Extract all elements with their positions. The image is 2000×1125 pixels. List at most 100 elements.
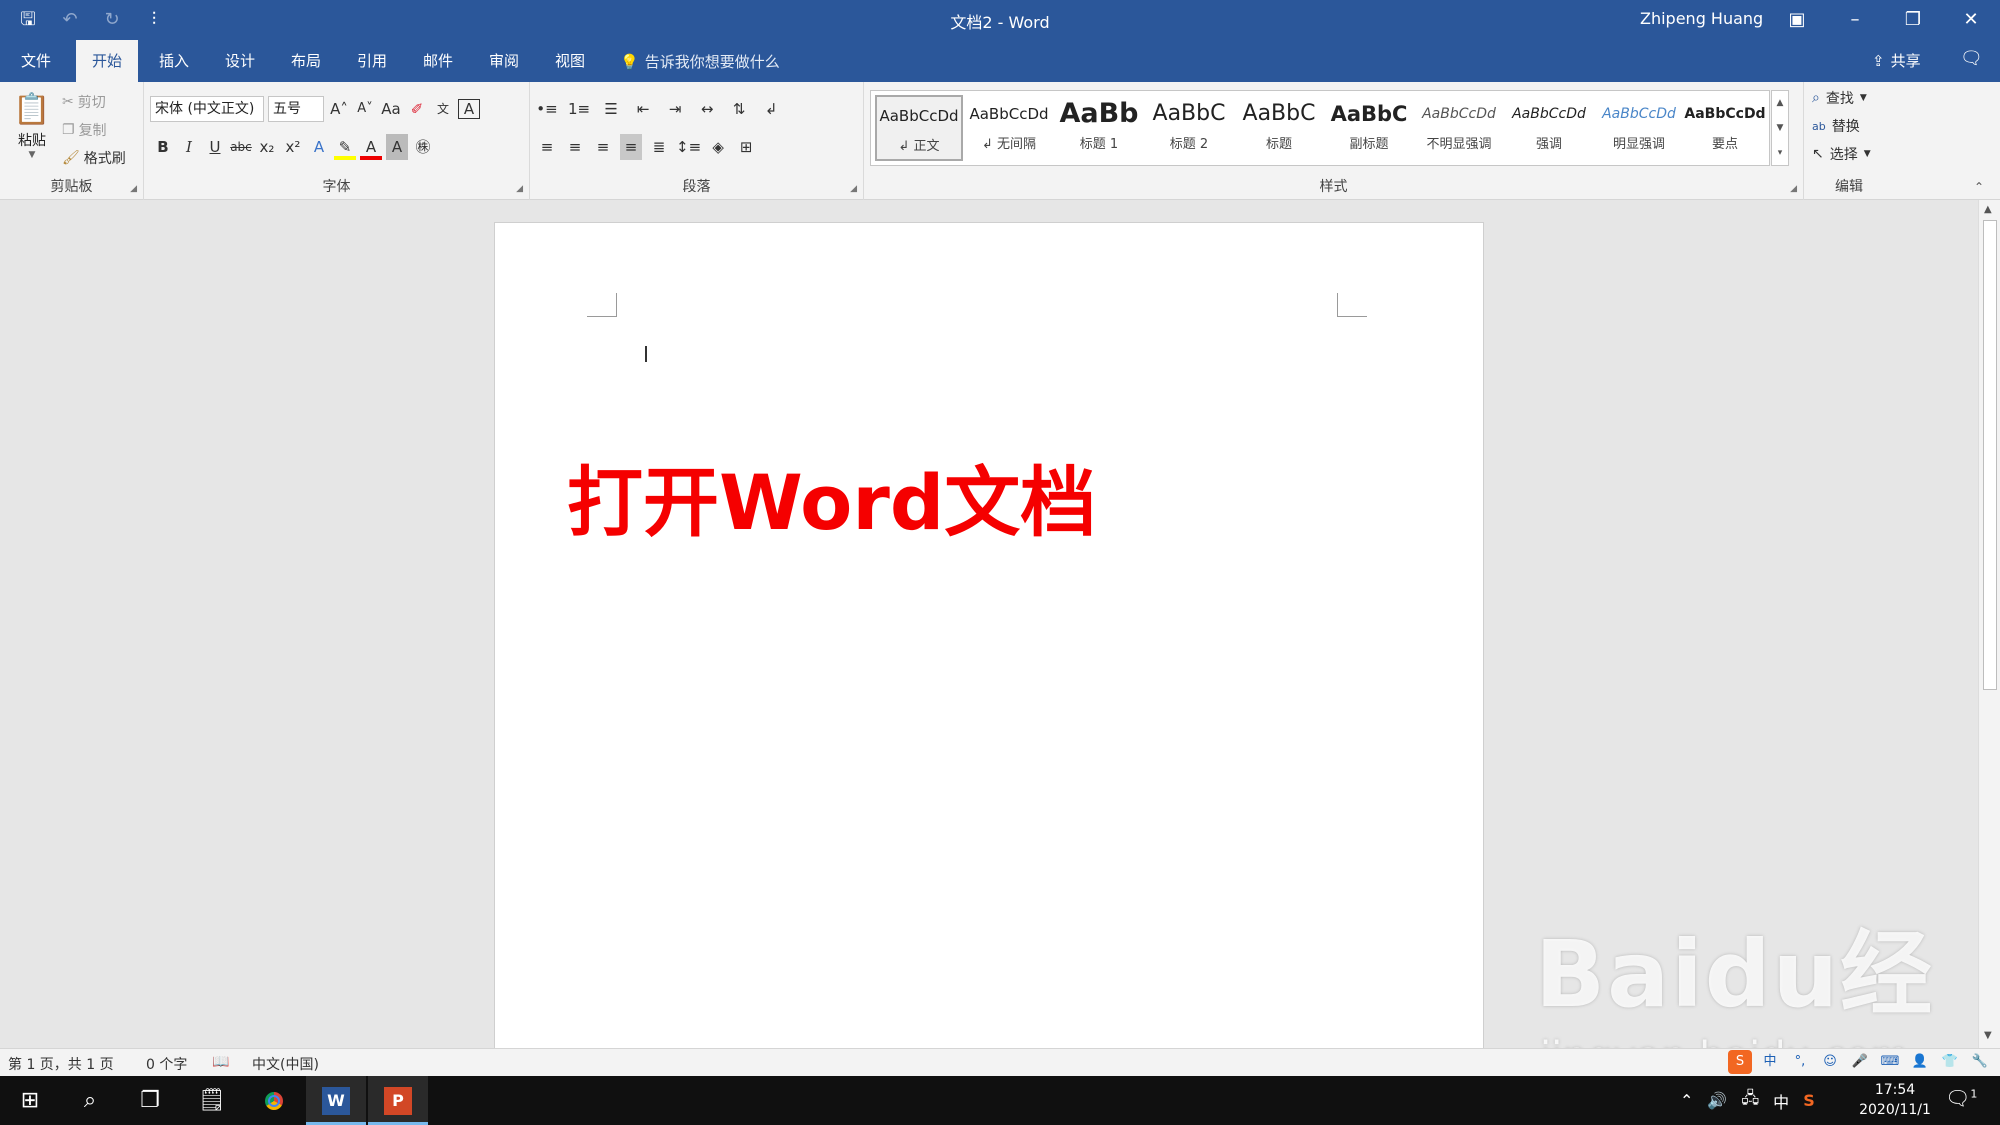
emoji-icon[interactable]: ☺	[1818, 1050, 1842, 1074]
scroll-thumb[interactable]	[1983, 220, 1997, 690]
style-emphasis[interactable]: AaBbCcDd 强调	[1505, 95, 1593, 161]
word-app-icon[interactable]: W	[306, 1076, 366, 1125]
gallery-up-icon[interactable]: ▲	[1772, 91, 1788, 116]
user-icon[interactable]: 👤	[1908, 1050, 1932, 1074]
font-name-combo[interactable]: 宋体 (中文正文)	[150, 96, 264, 122]
grow-font-icon[interactable]: A˄	[328, 96, 350, 122]
keyboard-icon[interactable]: ⌨	[1878, 1050, 1902, 1074]
dialog-launcher-icon[interactable]: ◢	[130, 184, 137, 194]
tab-layout[interactable]: 布局	[278, 40, 334, 82]
ribbon-display-options-icon[interactable]: ▣	[1768, 0, 1826, 40]
cut-button[interactable]: ✂ 剪切	[62, 88, 126, 116]
punctuation-icon[interactable]: °,	[1788, 1050, 1812, 1074]
replace-button[interactable]: ab 替换	[1812, 116, 1860, 136]
tab-file[interactable]: 文件	[8, 40, 64, 82]
chrome-icon[interactable]	[244, 1076, 304, 1125]
language[interactable]: 中文(中国)	[252, 1054, 319, 1074]
align-center-icon[interactable]: ≡	[564, 134, 586, 160]
collapse-ribbon-icon[interactable]: ⌃	[1974, 180, 1984, 194]
text-direction-icon[interactable]: ↔	[696, 96, 718, 122]
notepad-icon[interactable]: 🗒	[182, 1076, 242, 1125]
sogou-tray-icon[interactable]: S	[1803, 1091, 1815, 1110]
bold-icon[interactable]: B	[152, 134, 174, 160]
document-text[interactable]: 打开Word文档	[567, 441, 1096, 551]
ime-indicator[interactable]: 中	[1773, 1089, 1789, 1113]
shading-icon[interactable]: ◈	[707, 134, 729, 160]
proofing-icon[interactable]: 📖	[212, 1054, 229, 1070]
phonetic-guide-icon[interactable]: 文	[432, 96, 454, 122]
format-painter-button[interactable]: 🖌 格式刷	[62, 144, 126, 172]
style-subtitle[interactable]: AaBbC 副标题	[1325, 95, 1413, 161]
font-color-icon[interactable]: A	[360, 134, 382, 160]
style-subtle-emphasis[interactable]: AaBbCcDd 不明显强调	[1415, 95, 1503, 161]
bullets-icon[interactable]: •≡	[536, 96, 558, 122]
highlight-icon[interactable]: ✎	[334, 134, 356, 160]
style-strong[interactable]: AaBbCcDd 要点	[1681, 95, 1769, 161]
subscript-icon[interactable]: x₂	[256, 134, 278, 160]
style-title[interactable]: AaBbC 标题	[1235, 95, 1323, 161]
gallery-down-icon[interactable]: ▼	[1772, 116, 1788, 141]
increase-indent-icon[interactable]: ⇥	[664, 96, 686, 122]
style-normal[interactable]: AaBbCcDd ↲ 正文	[875, 95, 963, 161]
text-effects-icon[interactable]: A	[308, 134, 330, 160]
decrease-indent-icon[interactable]: ⇤	[632, 96, 654, 122]
style-no-spacing[interactable]: AaBbCcDd ↲ 无间隔	[965, 95, 1053, 161]
style-heading-1[interactable]: AaBb 标题 1	[1055, 95, 1143, 161]
shrink-font-icon[interactable]: A˅	[354, 96, 376, 122]
style-heading-2[interactable]: AaBbC 标题 2	[1145, 95, 1233, 161]
sogou-icon[interactable]: S	[1728, 1050, 1752, 1074]
tab-insert[interactable]: 插入	[146, 40, 202, 82]
ime-mode-icon[interactable]: 中	[1758, 1050, 1782, 1074]
dialog-launcher-icon[interactable]: ◢	[516, 184, 523, 194]
skin-icon[interactable]: 👕	[1938, 1050, 1962, 1074]
comments-icon[interactable]: 🗨	[1960, 48, 1983, 69]
volume-icon[interactable]: 🔊	[1707, 1091, 1727, 1110]
tab-view[interactable]: 视图	[542, 40, 598, 82]
show-marks-icon[interactable]: ↲	[760, 96, 782, 122]
task-view-icon[interactable]: ❐	[120, 1076, 180, 1125]
copy-button[interactable]: ❐ 复制	[62, 116, 126, 144]
share-button[interactable]: ⇪ 共享	[1872, 50, 1921, 71]
search-icon[interactable]: ⌕	[60, 1076, 120, 1125]
gallery-more-icon[interactable]: ▾	[1772, 141, 1788, 166]
borders-icon[interactable]: ⊞	[735, 134, 757, 160]
character-shading-icon[interactable]: A	[386, 134, 408, 160]
dialog-launcher-icon[interactable]: ◢	[1790, 184, 1797, 194]
multilevel-list-icon[interactable]: ☰	[600, 96, 622, 122]
tab-mailings[interactable]: 邮件	[410, 40, 466, 82]
close-icon[interactable]: ✕	[1942, 0, 2000, 40]
action-center-icon[interactable]: 🗨1	[1945, 1086, 1977, 1110]
enclose-characters-icon[interactable]: ㊑	[412, 134, 434, 160]
gallery-scroll[interactable]: ▲ ▼ ▾	[1771, 90, 1789, 166]
select-button[interactable]: ↖ 选择 ▼	[1812, 144, 1871, 164]
paste-button[interactable]: 📋 粘贴 ▼	[10, 90, 54, 160]
windows-start-icon[interactable]: ⊞	[0, 1076, 60, 1125]
tools-icon[interactable]: 🔧	[1968, 1050, 1992, 1074]
user-name[interactable]: Zhipeng Huang	[1640, 9, 1763, 28]
style-intense-emphasis[interactable]: AaBbCcDd 明显强调	[1595, 95, 1683, 161]
clock[interactable]: 17:54 2020/11/1	[1850, 1080, 1940, 1120]
minimize-icon[interactable]: –	[1826, 0, 1884, 40]
strikethrough-icon[interactable]: abc	[230, 134, 252, 160]
page-count[interactable]: 第 1 页，共 1 页	[8, 1054, 114, 1074]
tell-me-box[interactable]: 💡 告诉我你想要做什么	[620, 51, 780, 72]
dialog-launcher-icon[interactable]: ◢	[850, 184, 857, 194]
italic-icon[interactable]: I	[178, 134, 200, 160]
clear-formatting-icon[interactable]: ✐	[406, 96, 428, 122]
line-spacing-icon[interactable]: ↕≡	[676, 134, 701, 160]
tab-review[interactable]: 审阅	[476, 40, 532, 82]
document-page[interactable]: 打开Word文档	[494, 222, 1484, 1052]
change-case-button[interactable]: Aa	[380, 96, 402, 122]
scroll-up-icon[interactable]: ▲	[1984, 204, 1992, 215]
justify-icon[interactable]: ≡	[620, 134, 642, 160]
sort-icon[interactable]: ⇅	[728, 96, 750, 122]
align-left-icon[interactable]: ≡	[536, 134, 558, 160]
restore-icon[interactable]: ❐	[1884, 0, 1942, 40]
powerpoint-app-icon[interactable]: P	[368, 1076, 428, 1125]
word-count[interactable]: 0 个字	[146, 1054, 187, 1074]
show-hidden-icons-icon[interactable]: ⌃	[1680, 1091, 1693, 1110]
tab-references[interactable]: 引用	[344, 40, 400, 82]
distributed-icon[interactable]: ≣	[648, 134, 670, 160]
align-right-icon[interactable]: ≡	[592, 134, 614, 160]
font-size-combo[interactable]: 五号	[268, 96, 324, 122]
